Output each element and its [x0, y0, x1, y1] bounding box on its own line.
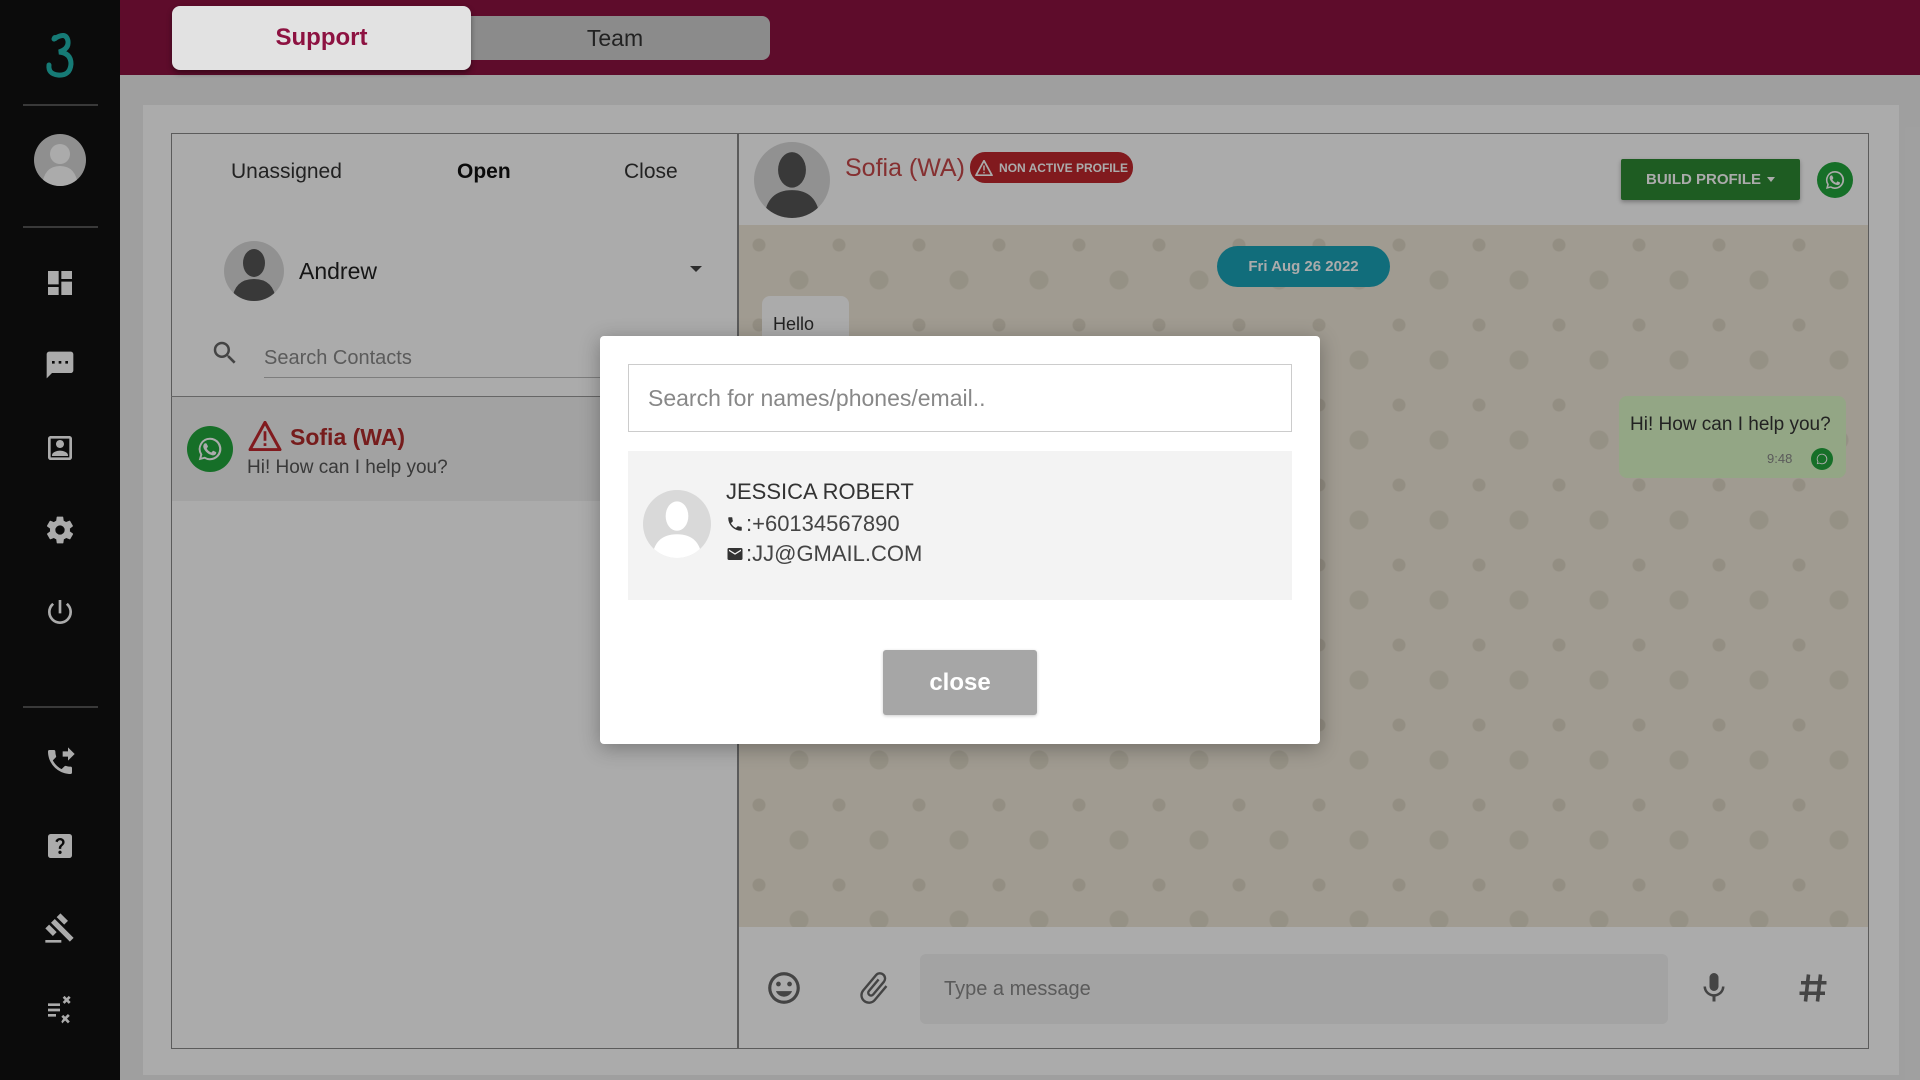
close-button[interactable]: close [883, 650, 1037, 715]
mail-icon [727, 548, 743, 560]
result-avatar [643, 490, 711, 558]
result-name: JESSICA ROBERT [726, 479, 914, 504]
result-email: :JJ@GMAIL.COM [746, 541, 923, 566]
modal-search-input[interactable] [628, 364, 1292, 432]
tab-support[interactable]: Support [172, 6, 471, 70]
result-phone-line: :+60134567890 [726, 511, 900, 537]
result-email-line: :JJ@GMAIL.COM [726, 541, 922, 567]
result-phone: :+60134567890 [746, 511, 900, 536]
phone-icon [728, 517, 742, 531]
